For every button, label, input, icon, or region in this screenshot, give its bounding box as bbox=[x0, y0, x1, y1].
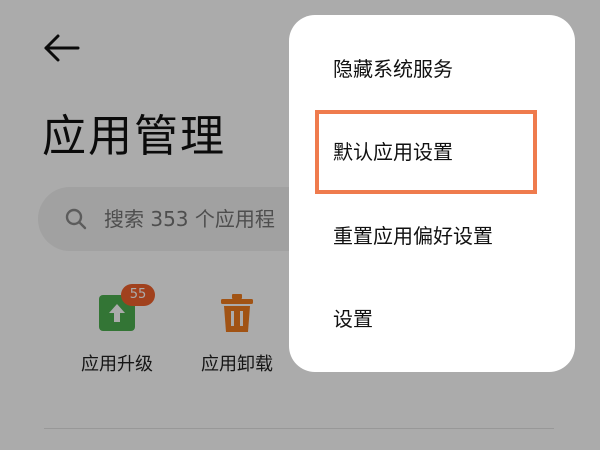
menu-item-settings[interactable]: 设置 bbox=[333, 299, 373, 339]
highlight-box bbox=[315, 110, 537, 194]
menu-item-reset-app-preferences[interactable]: 重置应用偏好设置 bbox=[333, 216, 493, 256]
menu-item-hide-system-services[interactable]: 隐藏系统服务 bbox=[333, 49, 453, 89]
